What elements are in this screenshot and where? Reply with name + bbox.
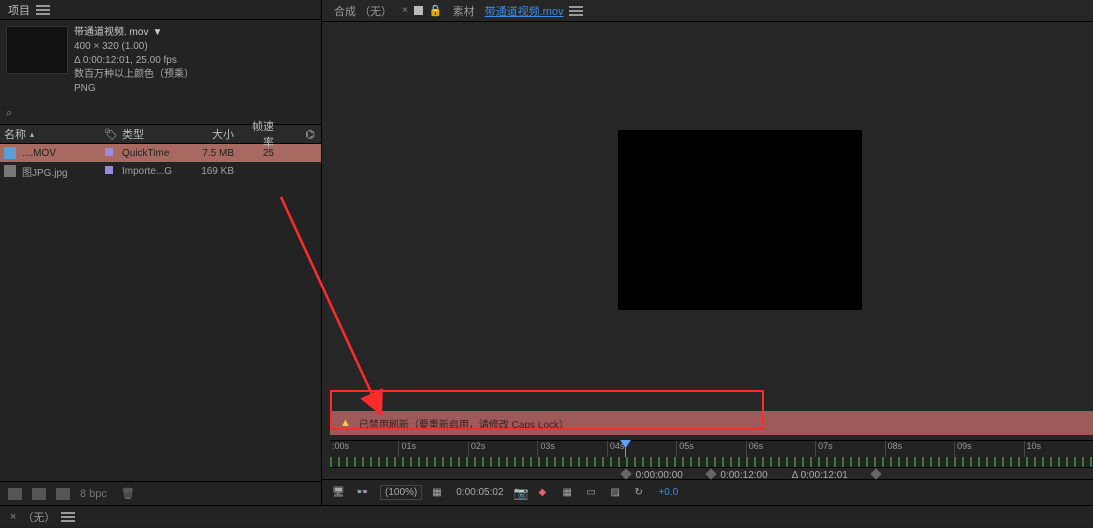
col-size-header[interactable]: 大小: [188, 126, 238, 142]
asset-dimensions: 400 × 320 (1.00): [74, 40, 194, 54]
col-fps-header[interactable]: 帧速率: [238, 118, 278, 150]
transparency-grid-icon[interactable]: ▨: [610, 487, 624, 499]
preview-canvas: [618, 130, 862, 310]
col-flow-icon[interactable]: ⌬: [278, 128, 321, 141]
trash-icon[interactable]: 🗑: [121, 487, 135, 500]
asset-duration-fps: Δ 0:00:12:01, 25.00 fps: [74, 54, 194, 68]
ruler-tick[interactable]: 06s: [746, 441, 815, 457]
table-row[interactable]: ....MOV QuickTime 7.5 MB 25: [0, 144, 321, 162]
grid-icon[interactable]: ▦: [562, 487, 576, 499]
new-comp-icon[interactable]: [56, 488, 70, 500]
timeline-ruler[interactable]: :00s 01s 02s 03s 04s 05s 06s 07s 08s 09s…: [330, 440, 1093, 468]
toggle-alpha-icon[interactable]: 👓: [356, 487, 370, 499]
asset-codec: PNG: [74, 82, 194, 96]
col-type-header[interactable]: 类型: [118, 126, 188, 142]
color-label-chip[interactable]: [105, 148, 113, 156]
mov-file-icon: [4, 147, 16, 159]
sort-arrow-icon[interactable]: ▴: [30, 130, 34, 139]
bpc-label[interactable]: 8 bpc: [80, 488, 107, 500]
col-tag-header[interactable]: 🏷: [100, 128, 118, 141]
footage-link[interactable]: 带通道视频.mov: [485, 3, 564, 19]
interpret-footage-icon[interactable]: [8, 488, 22, 500]
project-bottom-bar: 8 bpc 🗑: [0, 481, 321, 505]
ruler-tick[interactable]: 07s: [815, 441, 884, 457]
diamond-icon[interactable]: [870, 468, 881, 479]
ruler-tick[interactable]: 04s: [607, 441, 676, 457]
asset-thumbnail[interactable]: [6, 26, 68, 74]
region-icon[interactable]: ▭: [586, 487, 600, 499]
project-panel: 项目 带通道视频. mov ▼ 400 × 320 (1.00) Δ 0:00:1…: [0, 0, 322, 505]
ruler-tick[interactable]: 03s: [537, 441, 606, 457]
playhead-marker[interactable]: [625, 441, 626, 457]
ruler-tick[interactable]: :00s: [330, 441, 398, 457]
tab-close-icon[interactable]: ×: [402, 5, 408, 16]
close-icon[interactable]: ×: [10, 511, 16, 523]
ruler-tick[interactable]: 10s: [1024, 441, 1093, 457]
panel-menu-icon[interactable]: [61, 512, 75, 522]
jpg-file-icon: [4, 165, 16, 177]
zoom-select[interactable]: (100%): [380, 485, 422, 500]
asset-name: 带通道视频. mov: [74, 27, 148, 38]
ruler-tick[interactable]: 08s: [885, 441, 954, 457]
project-panel-title: 项目: [8, 2, 30, 18]
annotation-box: [330, 390, 764, 430]
asset-color-mode: 数百万种以上颜色（预乘）: [74, 68, 194, 82]
panel-menu-icon[interactable]: [36, 5, 50, 15]
ruler-tick[interactable]: 02s: [468, 441, 537, 457]
lock-icon[interactable]: 🔒: [429, 4, 443, 17]
tab-menu-icon[interactable]: [569, 6, 583, 16]
project-table: 名称 ▴ 🏷 类型 大小 帧速率 ⌬ ....MOV QuickTime 7.5…: [0, 124, 321, 481]
exposure-reset-icon[interactable]: ↻: [634, 487, 648, 499]
tab-footage-label[interactable]: 素材: [449, 3, 479, 19]
cache-indicator: [330, 457, 1093, 467]
ruler-tick[interactable]: 01s: [398, 441, 467, 457]
asset-dropdown-icon[interactable]: ▼: [152, 27, 162, 38]
asset-info: 带通道视频. mov ▼ 400 × 320 (1.00) Δ 0:00:12:0…: [0, 20, 321, 102]
time-info-row: 0:00:00:00 0:00:12:00 Δ 0:00:12:01: [622, 467, 1093, 483]
timeline-panel-strip: × （无）: [0, 505, 1093, 527]
tab-marker-icon[interactable]: [414, 6, 423, 15]
exposure-value[interactable]: +0.0: [658, 487, 678, 498]
channel-icon[interactable]: ◆: [538, 487, 552, 499]
diamond-icon[interactable]: [620, 468, 631, 479]
snapshot-icon[interactable]: 📷: [514, 486, 529, 500]
timecode-display[interactable]: 0:00:05:02: [456, 487, 503, 498]
monitor-icon[interactable]: 🖥: [332, 487, 346, 499]
table-row[interactable]: 图JPG.jpg Importe...G 169 KB: [0, 162, 321, 180]
tab-composition[interactable]: 合成 （无）: [330, 3, 396, 19]
col-name-header[interactable]: 名称: [4, 126, 26, 142]
ruler-tick[interactable]: 09s: [954, 441, 1023, 457]
ruler-tick[interactable]: 05s: [676, 441, 745, 457]
resolution-icon[interactable]: ▦: [432, 487, 446, 499]
new-folder-icon[interactable]: [32, 488, 46, 500]
search-icon[interactable]: ⌕: [6, 107, 12, 120]
timeline-none-label[interactable]: （无）: [22, 509, 55, 525]
diamond-icon[interactable]: [705, 468, 716, 479]
color-label-chip[interactable]: [105, 166, 113, 174]
